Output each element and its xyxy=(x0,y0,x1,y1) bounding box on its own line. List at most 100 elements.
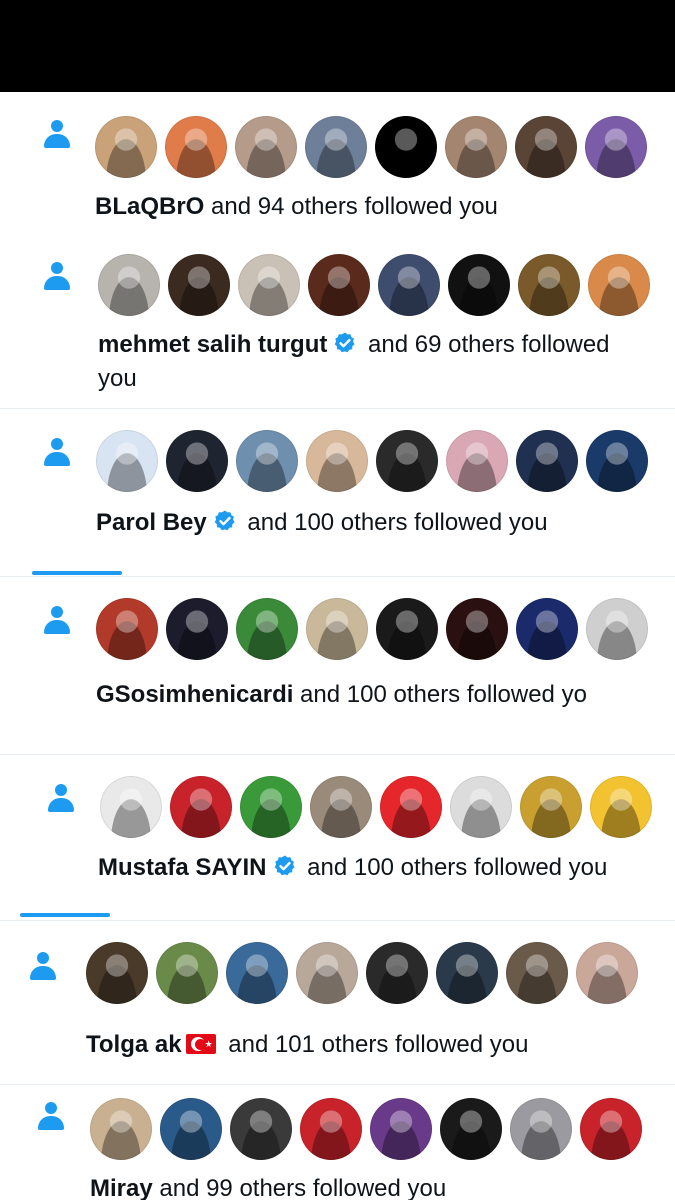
avatar[interactable] xyxy=(306,598,368,660)
avatar[interactable] xyxy=(590,776,652,838)
person-icon xyxy=(44,606,70,634)
avatar-row xyxy=(98,254,650,316)
avatar[interactable] xyxy=(450,776,512,838)
notification-text: Parol Bey and 100 others followed you xyxy=(96,506,548,543)
follow-text-continued: you xyxy=(98,365,137,392)
avatar[interactable] xyxy=(310,776,372,838)
avatar[interactable] xyxy=(576,942,638,1004)
avatar[interactable] xyxy=(366,942,428,1004)
follow-notification[interactable]: Tolga ak ★ and 101 others followed you xyxy=(0,920,675,1084)
scroll-indicator xyxy=(20,913,110,917)
avatar[interactable] xyxy=(520,776,582,838)
avatar[interactable] xyxy=(240,776,302,838)
person-icon xyxy=(44,438,70,466)
avatar-row xyxy=(96,430,648,492)
avatar[interactable] xyxy=(580,1098,642,1160)
notification-text: Mustafa SAYIN and 100 others followed yo… xyxy=(98,851,607,888)
avatar[interactable] xyxy=(96,598,158,660)
avatar-row xyxy=(100,776,652,838)
user-name[interactable]: GSosimhenicardi xyxy=(96,681,293,708)
follow-notification[interactable]: GSosimhenicardi and 100 others followed … xyxy=(0,576,675,736)
avatar[interactable] xyxy=(86,942,148,1004)
person-icon xyxy=(38,1102,64,1130)
avatar[interactable] xyxy=(375,116,437,178)
follow-notification[interactable]: BLaQBrO and 94 others followed you xyxy=(0,92,675,232)
avatar[interactable] xyxy=(160,1098,222,1160)
avatar[interactable] xyxy=(95,116,157,178)
avatar[interactable] xyxy=(586,430,648,492)
avatar[interactable] xyxy=(305,116,367,178)
user-name[interactable]: mehmet salih turgut xyxy=(98,331,327,358)
avatar[interactable] xyxy=(506,942,568,1004)
avatar-row xyxy=(90,1098,642,1160)
verified-badge-icon xyxy=(333,331,357,365)
avatar[interactable] xyxy=(380,776,442,838)
person-icon xyxy=(48,784,74,812)
user-name[interactable]: Tolga ak xyxy=(86,1031,182,1058)
avatar[interactable] xyxy=(100,776,162,838)
follow-text: and 100 others followed you xyxy=(300,854,608,881)
avatar[interactable] xyxy=(236,430,298,492)
avatar[interactable] xyxy=(516,430,578,492)
follow-notification[interactable]: Parol Bey and 100 others followed you xyxy=(0,408,675,568)
avatar[interactable] xyxy=(96,430,158,492)
avatar-row xyxy=(95,116,647,178)
avatar[interactable] xyxy=(515,116,577,178)
status-bar xyxy=(0,0,675,92)
avatar[interactable] xyxy=(436,942,498,1004)
avatar[interactable] xyxy=(448,254,510,316)
user-name[interactable]: BLaQBrO xyxy=(95,193,204,220)
avatar[interactable] xyxy=(446,430,508,492)
avatar[interactable] xyxy=(156,942,218,1004)
avatar[interactable] xyxy=(90,1098,152,1160)
avatar[interactable] xyxy=(168,254,230,316)
follow-text: and 100 others followed you xyxy=(240,509,548,536)
avatar[interactable] xyxy=(518,254,580,316)
notification-text: Miray and 99 others followed you xyxy=(90,1172,446,1200)
avatar[interactable] xyxy=(296,942,358,1004)
avatar[interactable] xyxy=(306,430,368,492)
avatar[interactable] xyxy=(226,942,288,1004)
avatar[interactable] xyxy=(588,254,650,316)
follow-text: and 94 others followed you xyxy=(204,193,498,220)
follow-notification[interactable]: Miray and 99 others followed you xyxy=(0,1084,675,1200)
follow-notification[interactable]: Mustafa SAYIN and 100 others followed yo… xyxy=(0,754,675,904)
avatar[interactable] xyxy=(516,598,578,660)
avatar[interactable] xyxy=(236,598,298,660)
notification-text: BLaQBrO and 94 others followed you xyxy=(95,190,498,224)
avatar[interactable] xyxy=(446,598,508,660)
follow-notification[interactable]: mehmet salih turgut and 69 others follow… xyxy=(0,232,675,408)
user-name[interactable]: Miray xyxy=(90,1175,153,1200)
avatar[interactable] xyxy=(440,1098,502,1160)
avatar[interactable] xyxy=(235,116,297,178)
notification-text: GSosimhenicardi and 100 others followed … xyxy=(96,678,587,712)
avatar[interactable] xyxy=(166,598,228,660)
avatar[interactable] xyxy=(238,254,300,316)
avatar[interactable] xyxy=(510,1098,572,1160)
avatar[interactable] xyxy=(300,1098,362,1160)
avatar[interactable] xyxy=(170,776,232,838)
follow-text: and 99 others followed you xyxy=(152,1175,447,1200)
avatar[interactable] xyxy=(165,116,227,178)
avatar-row xyxy=(86,942,638,1004)
avatar[interactable] xyxy=(370,1098,432,1160)
avatar[interactable] xyxy=(376,430,438,492)
avatar[interactable] xyxy=(378,254,440,316)
avatar[interactable] xyxy=(586,598,648,660)
notification-text: mehmet salih turgut and 69 others follow… xyxy=(98,328,610,365)
scroll-indicator xyxy=(32,571,122,575)
turkey-flag-icon: ★ xyxy=(185,1034,216,1054)
avatar[interactable] xyxy=(308,254,370,316)
user-name[interactable]: Mustafa SAYIN xyxy=(98,854,267,881)
avatar-row xyxy=(96,598,648,660)
avatar[interactable] xyxy=(445,116,507,178)
avatar[interactable] xyxy=(166,430,228,492)
avatar[interactable] xyxy=(230,1098,292,1160)
avatar[interactable] xyxy=(98,254,160,316)
user-name[interactable]: Parol Bey xyxy=(96,509,207,536)
follow-text: and 101 others followed you xyxy=(221,1031,529,1058)
avatar[interactable] xyxy=(376,598,438,660)
verified-badge-icon xyxy=(213,509,237,543)
avatar[interactable] xyxy=(585,116,647,178)
notification-text: Tolga ak ★ and 101 others followed you xyxy=(86,1028,528,1062)
